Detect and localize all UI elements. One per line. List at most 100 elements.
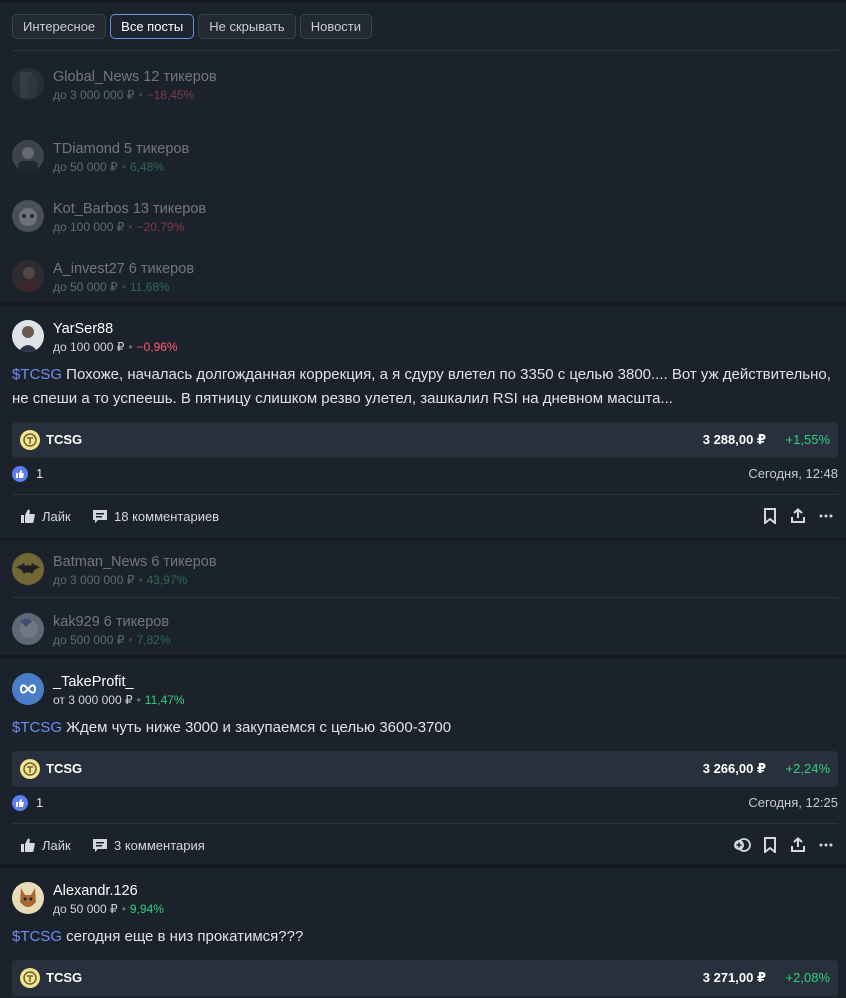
ticker-count: 6 тикеров bbox=[103, 614, 170, 630]
capital: до 500 000 ₽ bbox=[53, 633, 125, 647]
author-name: Batman_News bbox=[53, 554, 148, 570]
post-separator bbox=[0, 538, 846, 541]
person-avatar-icon bbox=[19, 267, 39, 292]
thumb-up-icon bbox=[21, 838, 35, 852]
like-count[interactable]: 1 bbox=[36, 466, 43, 482]
yield: 43,97% bbox=[146, 573, 188, 587]
post-author[interactable]: Alexandr.126 до 50 000 ₽ • 9,94% bbox=[12, 882, 412, 918]
post-text[interactable]: $TCSG Ждем чуть ниже 3000 и закупаемся с… bbox=[12, 716, 840, 740]
capital: до 100 000 ₽ bbox=[53, 220, 125, 234]
post-separator bbox=[0, 302, 846, 306]
ticker-price: 3 288,00 ₽ bbox=[702, 432, 766, 447]
collapsed-post-kot-barbos[interactable]: Kot_Barbos 13 тикеров до 100 000 ₽ • −20,7… bbox=[12, 200, 412, 236]
ticker-card[interactable]: TCSG 3 266,00 ₽ +2,24% bbox=[12, 751, 838, 787]
tcs-logo-icon bbox=[20, 759, 40, 779]
like-button[interactable]: Лайк bbox=[20, 834, 71, 856]
capital: до 50 000 ₽ bbox=[53, 280, 118, 294]
more-icon[interactable] bbox=[815, 834, 837, 856]
donate-icon[interactable] bbox=[731, 834, 753, 856]
post-time: Сегодня, 12:25 bbox=[748, 795, 838, 810]
ticker-count: 5 тикеров bbox=[123, 141, 190, 157]
feed-filters: Интересное Все посты Не скрывать Новости bbox=[12, 14, 373, 39]
author-name[interactable]: _TakeProfit_ bbox=[53, 673, 134, 691]
avatar bbox=[12, 200, 44, 232]
ticker-change: +2,08% bbox=[785, 970, 830, 985]
capital: от 3 000 000 ₽ bbox=[53, 693, 133, 707]
ticker-count: 13 тикеров bbox=[132, 201, 207, 217]
ticker-price: 3 266,00 ₽ bbox=[702, 761, 766, 776]
collapsed-post-batman-news[interactable]: Batman_News 6 тикеров до 3 000 000 ₽ • 43,… bbox=[12, 553, 412, 589]
yield: 6,48% bbox=[129, 160, 164, 174]
bookmark-icon[interactable] bbox=[759, 834, 781, 856]
ticker-count: 6 тикеров bbox=[151, 554, 217, 570]
like-button[interactable]: Лайк bbox=[20, 505, 71, 527]
ticker-name: TCSG bbox=[46, 432, 83, 447]
filter-interesting[interactable]: Интересное bbox=[12, 14, 107, 39]
dog-avatar-icon bbox=[20, 888, 36, 907]
top-border bbox=[0, 0, 846, 2]
ticker-name: TCSG bbox=[46, 970, 83, 985]
post-separator bbox=[0, 655, 846, 659]
avatar bbox=[12, 882, 44, 914]
batman-avatar-icon bbox=[16, 563, 40, 574]
ticker-tag[interactable]: $TCSG bbox=[12, 928, 62, 945]
comment-icon bbox=[93, 510, 107, 523]
bookmark-icon[interactable] bbox=[759, 505, 781, 527]
post-author[interactable]: YarSer88 до 100 000 ₽ • −0,96% bbox=[12, 320, 412, 356]
avatar bbox=[12, 68, 44, 100]
more-icon[interactable] bbox=[815, 505, 837, 527]
avatar bbox=[12, 320, 44, 352]
ticker-card[interactable]: TCSG 3 271,00 ₽ +2,08% bbox=[12, 960, 838, 996]
avatar bbox=[12, 613, 44, 645]
share-icon[interactable] bbox=[787, 834, 809, 856]
avatar bbox=[12, 553, 44, 585]
collapsed-post-a-invest27[interactable]: A_invest27 6 тикеров до 50 000 ₽ • 11,68% bbox=[12, 260, 412, 296]
capital: до 100 000 ₽ bbox=[53, 340, 125, 354]
reactions-row: 1 Сегодня, 12:25 bbox=[12, 795, 838, 813]
capital: до 3 000 000 ₽ bbox=[53, 573, 135, 587]
capital: до 50 000 ₽ bbox=[53, 902, 118, 916]
post-body: Ждем чуть ниже 3000 и закупаемся с целью… bbox=[62, 719, 452, 736]
filter-all-posts[interactable]: Все посты bbox=[110, 14, 195, 39]
ticker-card[interactable]: TCSG 3 288,00 ₽ +1,55% bbox=[12, 422, 838, 458]
thumb-up-icon[interactable] bbox=[12, 795, 28, 811]
ticker-change: +1,55% bbox=[785, 432, 830, 447]
ticker-tag[interactable]: $TCSG bbox=[12, 366, 62, 383]
thumb-up-icon[interactable] bbox=[12, 466, 28, 482]
share-icon[interactable] bbox=[787, 505, 809, 527]
divider bbox=[12, 50, 838, 51]
infinity-avatar-icon bbox=[19, 684, 37, 694]
post-actions: Лайк 3 комментария bbox=[12, 834, 838, 856]
post-author[interactable]: _TakeProfit_ от 3 000 000 ₽ • 11,47% bbox=[12, 673, 412, 709]
divider bbox=[12, 823, 838, 824]
author-name[interactable]: Alexandr.126 bbox=[53, 882, 138, 900]
ticker-count: 12 тикеров bbox=[143, 69, 217, 85]
ticker-name: TCSG bbox=[46, 761, 83, 776]
author-name: Global_News bbox=[53, 69, 140, 85]
post-text[interactable]: $TCSG Похоже, началась долгожданная корр… bbox=[12, 363, 840, 411]
ticker-tag[interactable]: $TCSG bbox=[12, 719, 62, 736]
avatar bbox=[12, 673, 44, 705]
filter-news[interactable]: Новости bbox=[299, 14, 373, 39]
divider bbox=[12, 597, 838, 598]
divider bbox=[12, 494, 838, 495]
tcs-logo-icon bbox=[20, 430, 40, 450]
like-count[interactable]: 1 bbox=[36, 795, 43, 811]
yield: −0,96% bbox=[136, 340, 178, 354]
yield: 7,82% bbox=[136, 633, 171, 647]
comments-button[interactable]: 3 комментария bbox=[92, 834, 205, 856]
post-time: Сегодня, 12:48 bbox=[748, 466, 838, 481]
author-name: kak929 bbox=[53, 614, 100, 630]
collapsed-post-tdiamond[interactable]: TDiamond 5 тикеров до 50 000 ₽ • 6,48% bbox=[12, 140, 412, 176]
comments-button[interactable]: 18 комментариев bbox=[92, 505, 219, 527]
post-actions: Лайк 18 комментариев bbox=[12, 505, 838, 527]
author-name[interactable]: YarSer88 bbox=[53, 320, 113, 338]
post-text[interactable]: $TCSG сегодня еще в низ прокатимся??? bbox=[12, 925, 840, 949]
yield: 11,68% bbox=[129, 280, 170, 294]
comment-icon bbox=[93, 839, 107, 852]
avatar bbox=[12, 140, 44, 172]
collapsed-post-kak929[interactable]: kak929 6 тикеров до 500 000 ₽ • 7,82% bbox=[12, 613, 412, 649]
filter-dont-hide[interactable]: Не скрывать bbox=[198, 14, 296, 39]
post-body: Похоже, началась долгожданная коррекция,… bbox=[12, 366, 831, 407]
collapsed-post-global-news[interactable]: Global_News 12 тикеров до 3 000 000 ₽ • −1… bbox=[12, 68, 412, 104]
